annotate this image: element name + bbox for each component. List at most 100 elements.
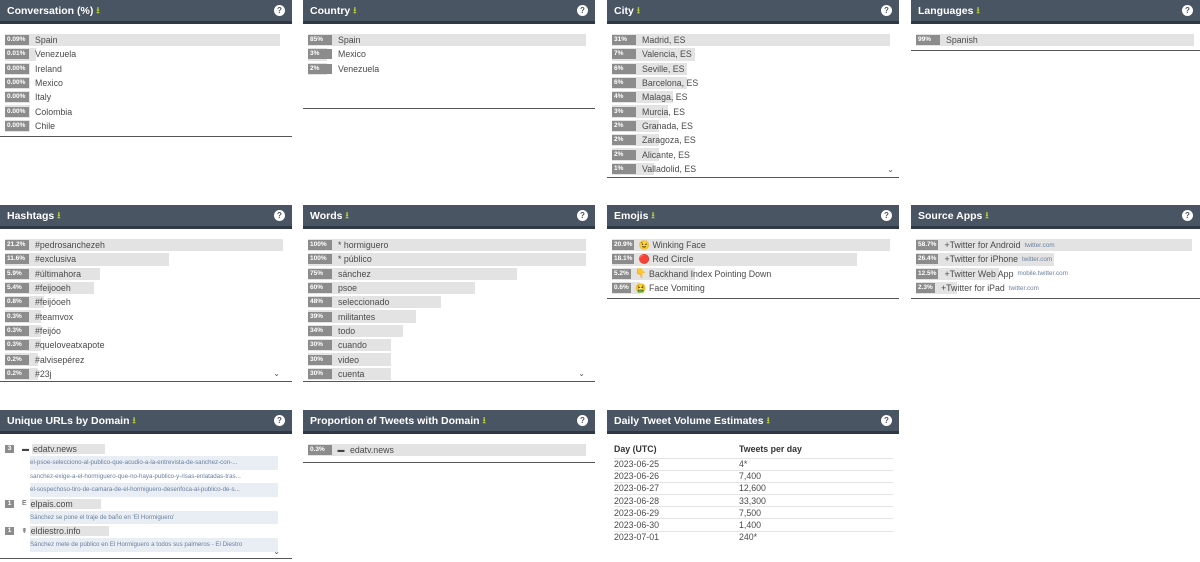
list-item[interactable]: 12.5% +Twitter Web App mobile.twitter.com (916, 267, 1196, 281)
domain-group-header[interactable]: 1 ☤ eldiestro.info (5, 524, 288, 538)
list-item[interactable]: 6% Barcelona, ES (612, 76, 895, 90)
list-item[interactable]: 0.00% Ireland (5, 62, 288, 76)
table-header-row: Day (UTC) Tweets per day (614, 440, 893, 458)
list-item[interactable]: 6% Seville, ES (612, 62, 895, 76)
list-item[interactable]: 18.1% 🔴 Red Circle (612, 252, 895, 266)
list-item[interactable]: 100% * hormiguero (308, 238, 591, 252)
download-icon[interactable]: ⭳ (976, 3, 979, 19)
panel-header: Languages ⭳ ? (911, 0, 1200, 24)
list-item[interactable]: 20.9% 😉 Winking Face (612, 238, 895, 252)
list-item[interactable]: 11.6% #exclusiva (5, 252, 288, 266)
list-item[interactable]: 0.3% #teamvox (5, 309, 288, 323)
url-link[interactable]: sanchez-exige-a-el-hormiguero-que-no-hay… (30, 470, 278, 484)
list-item[interactable]: 3% Murcia, ES (612, 104, 895, 118)
list-item[interactable]: 7% Valencia, ES (612, 47, 895, 61)
list-item[interactable]: 4% Malaga, ES (612, 90, 895, 104)
list-item[interactable]: 26.4% +Twitter for iPhone twitter.com (916, 252, 1196, 266)
download-icon[interactable]: ⭳ (985, 208, 988, 224)
list-item[interactable]: 5.2% 👇 Backhand Index Pointing Down (612, 267, 895, 281)
list-item[interactable]: 30% video (308, 352, 591, 366)
help-icon[interactable]: ? (881, 415, 892, 426)
list-item[interactable]: 0.2% #alvisepérez (5, 352, 288, 366)
list-item[interactable]: 75% sánchez (308, 267, 591, 281)
download-icon[interactable]: ⭳ (96, 3, 99, 19)
list-item[interactable]: 60% psoe (308, 281, 591, 295)
help-icon[interactable]: ? (274, 415, 285, 426)
list-item[interactable]: 0.3% ▬ edatv.news (308, 443, 591, 457)
list-item[interactable]: 30% cuando (308, 338, 591, 352)
list-item[interactable]: 0.00% Mexico (5, 76, 288, 90)
item-label: Spanish (946, 35, 978, 46)
download-icon[interactable]: ⭳ (483, 413, 486, 429)
download-icon[interactable]: ⭳ (133, 413, 136, 429)
help-icon[interactable]: ? (577, 210, 588, 221)
show-more-chevron-icon[interactable]: ⌄ (578, 369, 585, 378)
list-item[interactable]: 0.00% Colombia (5, 104, 288, 118)
list-item[interactable]: 1% Valladolid, ES (612, 162, 895, 176)
list-item[interactable]: 2.3% +Twitter for iPad twitter.com (916, 281, 1196, 295)
list-item[interactable]: 2% Granada, ES (612, 119, 895, 133)
help-icon[interactable]: ? (1182, 5, 1193, 16)
list-item[interactable]: 5.9% #últimahora (5, 267, 288, 281)
list-item[interactable]: 0.3% #feijóo (5, 324, 288, 338)
download-icon[interactable]: ⭳ (57, 208, 60, 224)
list-item[interactable]: 5.4% #feijooeh (5, 281, 288, 295)
help-icon[interactable]: ? (577, 415, 588, 426)
list-item[interactable]: 31% Madrid, ES (612, 33, 895, 47)
download-icon[interactable]: ⭳ (637, 3, 640, 19)
table-row: 2023-07-01 240* (614, 530, 893, 544)
item-label: #últimahora (35, 268, 81, 279)
list-item[interactable]: 100% * público (308, 252, 591, 266)
panel-body: 0.09% Spain 0.01% Venezuela 0.00% Ireland 0.00… (0, 24, 292, 137)
list-item[interactable]: 48% seleccionado (308, 295, 591, 309)
url-link[interactable]: el-sospechoso-tiro-de-camara-de-el-hormi… (30, 483, 278, 497)
panel-daily-volume: Daily Tweet Volume Estimates ⭳ ? Day (UT… (607, 410, 899, 544)
list-item[interactable]: 0.00% Chile (5, 119, 288, 133)
download-icon[interactable]: ⭳ (767, 413, 770, 429)
download-icon[interactable]: ⭳ (353, 3, 356, 19)
url-link[interactable]: Sánchez mete de público en El Hormiguero… (30, 538, 278, 552)
list-item[interactable]: 0.8% #feijóoeh (5, 295, 288, 309)
url-link[interactable]: Sánchez se pone el traje de baño en 'El … (30, 510, 278, 524)
help-icon[interactable]: ? (577, 5, 588, 16)
url-link[interactable]: el-psoe-selecciono-al-publico-que-acudio… (30, 456, 278, 470)
list-item[interactable]: 0.2% #23j (5, 367, 288, 381)
tweets-cell: 7,400 (739, 469, 893, 483)
help-icon[interactable]: ? (274, 5, 285, 16)
download-icon[interactable]: ⭳ (651, 208, 654, 224)
list-item[interactable]: 3% Mexico (308, 47, 591, 61)
panel-title: Words (310, 209, 343, 222)
panel-header: Conversation (%) ⭳ ? (0, 0, 292, 24)
favicon-icon: ▬ (22, 445, 29, 453)
list-item[interactable]: 34% todo (308, 324, 591, 338)
list-item[interactable]: 2% Zaragoza, ES (612, 133, 895, 147)
list-item[interactable]: 0.6% 🤮 Face Vomiting (612, 281, 895, 295)
list-item[interactable]: 0.00% Italy (5, 90, 288, 104)
list-item[interactable]: 0.01% Venezuela (5, 47, 288, 61)
face-vomiting-icon: 🤮 (635, 282, 647, 293)
list-item[interactable]: 2% Alicante, ES (612, 147, 895, 161)
domain-group-header[interactable]: 1 Eelpais.com (5, 497, 288, 511)
percent-badge: 0.3% (5, 311, 29, 322)
percent-badge: 20.9% (612, 240, 635, 251)
percent-badge: 0.3% (5, 340, 29, 351)
show-more-chevron-icon[interactable]: ⌄ (273, 547, 280, 556)
list-item[interactable]: 30% cuenta (308, 367, 591, 381)
help-icon[interactable]: ? (881, 210, 892, 221)
help-icon[interactable]: ? (1182, 210, 1193, 221)
show-more-chevron-icon[interactable]: ⌄ (273, 369, 280, 378)
help-icon[interactable]: ? (881, 5, 892, 16)
panel-body: 100% * hormiguero 100% * público 75% sánchez 6… (303, 229, 595, 382)
list-item[interactable]: 99% Spanish (916, 33, 1196, 47)
list-item[interactable]: 0.3% #queloveatxapote (5, 338, 288, 352)
download-icon[interactable]: ⭳ (345, 208, 348, 224)
list-item[interactable]: 0.09% Spain (5, 33, 288, 47)
list-item[interactable]: 21.2% #pedrosanchezeh (5, 238, 288, 252)
domain-group-header[interactable]: 3 ▬ edatv.news (5, 442, 288, 456)
help-icon[interactable]: ? (274, 210, 285, 221)
list-item[interactable]: 85% Spain (308, 33, 591, 47)
show-more-chevron-icon[interactable]: ⌄ (887, 165, 894, 174)
list-item[interactable]: 39% militantes (308, 309, 591, 323)
list-item[interactable]: 58.7% +Twitter for Android twitter.com (916, 238, 1196, 252)
list-item[interactable]: 2% Venezuela (308, 62, 591, 76)
